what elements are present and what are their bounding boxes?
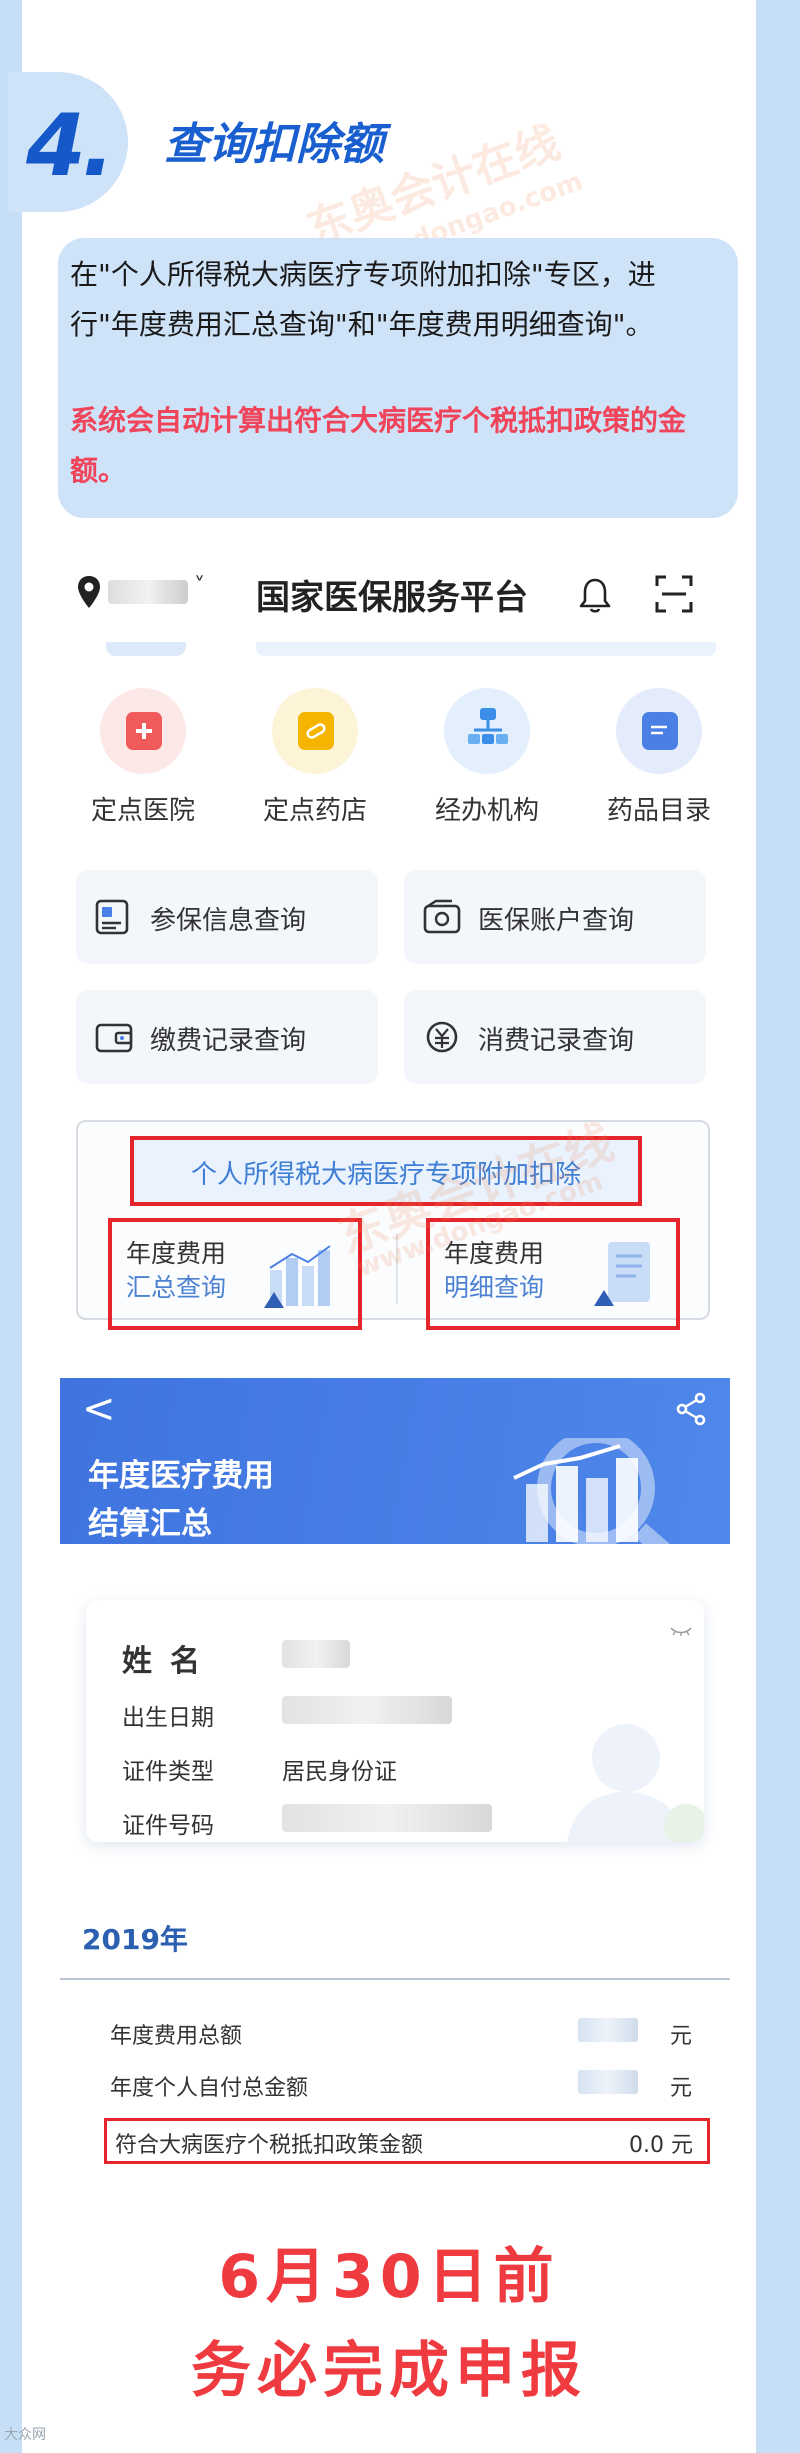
service-insurance-info[interactable]: 参保信息查询 bbox=[76, 870, 378, 964]
service-label: 消费记录查询 bbox=[478, 1026, 635, 1056]
intro-note: 系统会自动计算出符合大病医疗个税抵扣政策的金额。 bbox=[70, 404, 687, 487]
summary-title: 年度医疗费用 结算汇总 bbox=[88, 1452, 274, 1548]
service-payment-records[interactable]: 缴费记录查询 bbox=[76, 990, 378, 1084]
book-icon bbox=[616, 688, 702, 774]
detail-line2: 明细查询 bbox=[444, 1273, 545, 1302]
step-title: 查询扣除额 bbox=[164, 119, 384, 170]
name-value-blurred bbox=[282, 1640, 350, 1668]
service-consumption-records[interactable]: 消费记录查询 bbox=[404, 990, 706, 1084]
intro-box: 在"个人所得税大病医疗专项附加扣除"专区，进行"年度费用汇总查询"和"年度费用明… bbox=[58, 238, 738, 518]
account-icon bbox=[423, 899, 461, 934]
scan-icon[interactable] bbox=[654, 574, 694, 614]
year-heading: 2019年 bbox=[82, 1923, 188, 1956]
summary-title-line2: 结算汇总 bbox=[88, 1506, 212, 1542]
location-text-blurred[interactable] bbox=[108, 580, 188, 604]
self-paid-unit: 元 bbox=[669, 2076, 692, 2101]
quick-link-drug-catalog[interactable]: 药品目录 bbox=[584, 688, 734, 828]
org-chart-icon bbox=[444, 688, 530, 774]
avatar-silhouette bbox=[567, 1724, 704, 1842]
name-label: 姓名 bbox=[122, 1644, 218, 1679]
personal-info-card: 姓名 出生日期 证件类型 居民身份证 证件号码 bbox=[86, 1600, 704, 1842]
location-chevron-icon[interactable]: ˅ bbox=[194, 574, 205, 599]
quick-link-pharmacy[interactable]: 定点药店 bbox=[240, 688, 390, 828]
quick-link-label: 药品目录 bbox=[606, 796, 711, 826]
id-number-label: 证件号码 bbox=[122, 1813, 214, 1839]
year-divider bbox=[60, 1978, 730, 1980]
hospital-icon bbox=[100, 688, 186, 774]
quick-link-label: 定点医院 bbox=[90, 796, 195, 826]
bar-chart-icon bbox=[264, 1245, 331, 1308]
summary-title-line1: 年度医疗费用 bbox=[88, 1458, 274, 1494]
id-number-blurred bbox=[282, 1804, 492, 1832]
birth-value-blurred bbox=[282, 1696, 452, 1724]
step-number: 4. bbox=[26, 96, 114, 196]
service-account[interactable]: 医保账户查询 bbox=[404, 870, 706, 964]
quick-link-hospital[interactable]: 定点医院 bbox=[68, 688, 218, 828]
deadline-message: 务必完成申报 bbox=[191, 2336, 587, 2406]
app-screenshot-summary: < 年度医疗费用 结算汇总 姓名 出生日期 证件类型 居民身份证 证件号码 20… bbox=[60, 1378, 730, 2208]
annual-total-label: 年度费用总额 bbox=[110, 2024, 243, 2049]
app-topbar: ˅ 国家医保服务平台 bbox=[56, 548, 746, 638]
eligible-amount-label: 符合大病医疗个税抵扣政策金额 bbox=[115, 2133, 424, 2158]
banner-edge bbox=[76, 642, 726, 656]
id-card-icon bbox=[95, 899, 129, 935]
id-type-label: 证件类型 bbox=[122, 1759, 214, 1785]
service-label: 缴费记录查询 bbox=[150, 1026, 307, 1056]
deadline-date: 6月30日前 bbox=[218, 2242, 560, 2312]
quick-link-label: 定点药店 bbox=[262, 796, 367, 826]
id-type-value: 居民身份证 bbox=[282, 1759, 397, 1785]
quick-link-label: 经办机构 bbox=[434, 796, 539, 826]
intro-text: 在"个人所得税大病医疗专项附加扣除"专区，进行"年度费用汇总查询"和"年度费用明… bbox=[70, 258, 656, 341]
summary-line1: 年度费用 bbox=[126, 1239, 227, 1268]
eligible-amount-row: 符合大病医疗个税抵扣政策金额 0.0 元 bbox=[104, 2118, 710, 2164]
hide-eye-icon[interactable] bbox=[670, 1626, 692, 1636]
quick-link-agency[interactable]: 经办机构 bbox=[412, 688, 562, 828]
self-paid-blurred bbox=[578, 2070, 638, 2094]
pharmacy-icon bbox=[272, 688, 358, 774]
wallet-icon bbox=[95, 1023, 133, 1053]
app-title: 国家医保服务平台 bbox=[256, 578, 528, 618]
share-icon[interactable] bbox=[674, 1392, 708, 1426]
yuan-cycle-icon bbox=[426, 1021, 458, 1053]
birth-label: 出生日期 bbox=[122, 1705, 214, 1731]
service-label: 参保信息查询 bbox=[150, 906, 307, 936]
summary-header: < 年度医疗费用 结算汇总 bbox=[60, 1378, 730, 1544]
eligible-amount-value: 0.0 元 bbox=[629, 2133, 693, 2158]
annual-total-unit: 元 bbox=[669, 2024, 692, 2049]
chart-magnifier-illustration bbox=[513, 1438, 670, 1544]
back-arrow-icon[interactable]: < bbox=[82, 1386, 116, 1432]
annual-summary-query[interactable]: 年度费用 汇总查询 bbox=[108, 1218, 362, 1330]
corner-watermark: 大众网 bbox=[4, 2427, 46, 2443]
annual-total-blurred bbox=[578, 2018, 638, 2042]
location-pin-icon[interactable] bbox=[76, 574, 102, 610]
document-icon bbox=[594, 1242, 650, 1306]
bell-icon[interactable] bbox=[578, 576, 612, 614]
summary-line2: 汇总查询 bbox=[126, 1273, 227, 1302]
service-label: 医保账户查询 bbox=[478, 906, 635, 936]
self-paid-label: 年度个人自付总金额 bbox=[110, 2076, 309, 2101]
